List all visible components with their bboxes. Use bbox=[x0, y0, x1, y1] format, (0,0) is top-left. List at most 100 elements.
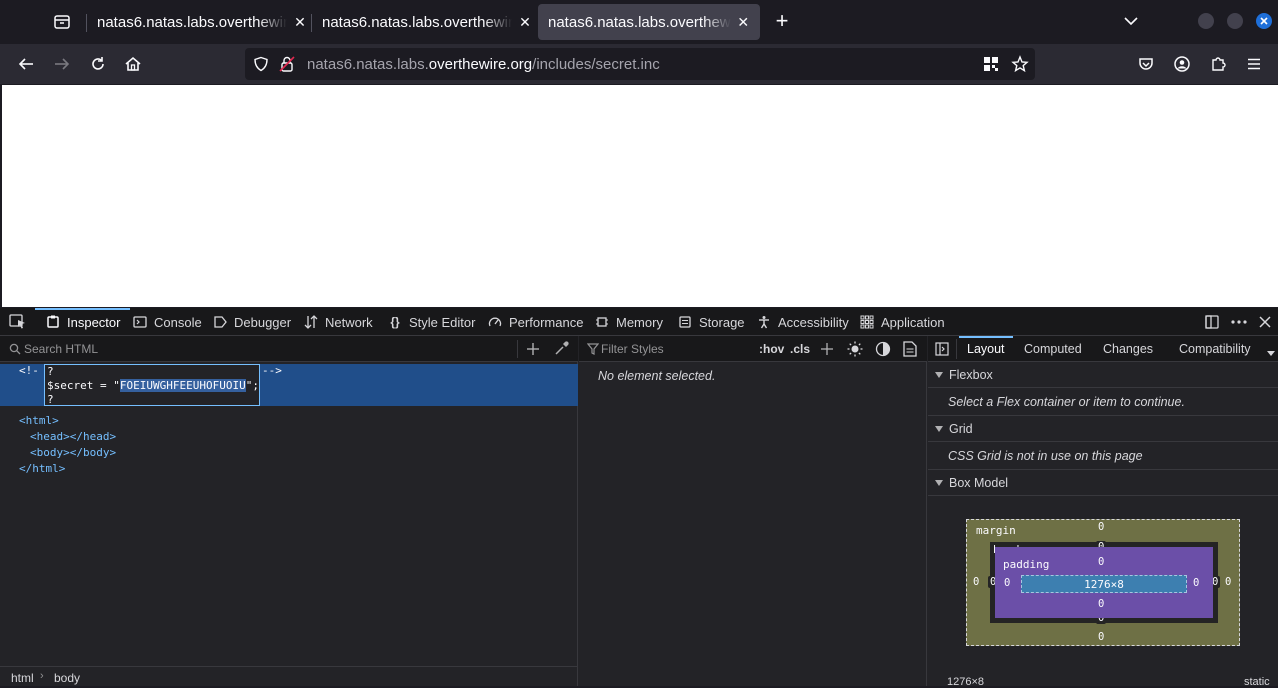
insecure-lock-icon[interactable] bbox=[279, 55, 295, 73]
markup-search-bar[interactable]: Search HTML bbox=[0, 336, 578, 362]
expand-triangle-icon bbox=[935, 371, 943, 378]
margin-right-value[interactable]: 0 bbox=[1225, 576, 1231, 588]
app-menu-button[interactable] bbox=[1241, 51, 1267, 77]
close-window-button[interactable] bbox=[1256, 13, 1272, 29]
html-close-tag[interactable]: </html> bbox=[19, 462, 65, 475]
tab-debugger[interactable]: Debugger bbox=[212, 308, 291, 336]
box-model-margin[interactable]: margin 0 0 0 0 border 0 0 0 0 padding 0 … bbox=[966, 519, 1240, 646]
reload-button[interactable] bbox=[85, 51, 111, 77]
html-open-tag[interactable]: <html> bbox=[19, 414, 59, 427]
margin-bottom-value[interactable]: 0 bbox=[1098, 631, 1104, 643]
element-picker-icon[interactable] bbox=[9, 314, 27, 330]
devtools-toolbar: Inspector Console Debugger Network {} St… bbox=[0, 308, 1278, 336]
search-html-input[interactable]: Search HTML bbox=[24, 342, 98, 356]
margin-left-value[interactable]: 0 bbox=[973, 576, 979, 588]
add-rule-icon[interactable] bbox=[820, 342, 834, 356]
toggle-sidebar-icon[interactable] bbox=[935, 342, 949, 356]
debugger-icon bbox=[212, 315, 228, 329]
firefox-view-icon[interactable] bbox=[52, 12, 72, 32]
comment-edit-box[interactable]: ? $secret = "FOEIUWGHFEEUHOFUOIU"; ? bbox=[44, 364, 260, 406]
tab-accessibility[interactable]: Accessibility bbox=[756, 308, 849, 336]
close-devtools-icon[interactable] bbox=[1258, 315, 1272, 329]
padding-top-value[interactable]: 0 bbox=[1098, 556, 1104, 568]
minimize-button[interactable] bbox=[1198, 13, 1214, 29]
filter-styles-input[interactable]: Filter Styles bbox=[601, 342, 664, 356]
position-readout: static bbox=[1244, 676, 1270, 688]
box-model-padding[interactable]: padding 0 0 0 0 1276×8 bbox=[995, 547, 1213, 618]
print-media-icon[interactable] bbox=[903, 341, 917, 357]
tracking-protection-shield-icon[interactable] bbox=[253, 56, 269, 72]
browser-tab-3-active[interactable]: natas6.natas.labs.overthewire.org ✕ bbox=[538, 4, 760, 40]
tab-layout[interactable]: Layout bbox=[959, 336, 1012, 362]
hamburger-menu-icon bbox=[1248, 58, 1260, 70]
home-button[interactable] bbox=[120, 51, 146, 77]
tab-computed[interactable]: Computed bbox=[1024, 336, 1082, 362]
box-model-content-size[interactable]: 1276×8 bbox=[1021, 575, 1187, 593]
url-text[interactable]: natas6.natas.labs.overthewire.org/includ… bbox=[307, 56, 660, 73]
tab-performance[interactable]: Performance bbox=[487, 308, 583, 336]
maximize-button[interactable] bbox=[1227, 13, 1243, 29]
divider bbox=[956, 339, 957, 359]
browser-tab-1[interactable]: natas6.natas.labs.overthewire.org ✕ bbox=[87, 4, 317, 40]
qr-code-icon[interactable] bbox=[983, 56, 999, 72]
tab-label: Network bbox=[325, 314, 373, 330]
tabs-overflow-dropdown-icon[interactable] bbox=[1266, 346, 1276, 356]
padding-bottom-value[interactable]: 0 bbox=[1098, 598, 1104, 610]
tab-close-icon[interactable]: ✕ bbox=[293, 14, 307, 31]
url-bar[interactable]: natas6.natas.labs.overthewire.org/includ… bbox=[245, 48, 1035, 80]
pocket-button[interactable] bbox=[1133, 51, 1159, 77]
light-mode-sun-icon[interactable] bbox=[847, 341, 863, 357]
cls-toggle[interactable]: .cls bbox=[790, 342, 810, 356]
tab-storage[interactable]: Storage bbox=[677, 308, 745, 336]
padding-right-value[interactable]: 0 bbox=[1193, 577, 1199, 589]
tab-label: Accessibility bbox=[778, 314, 849, 330]
hov-toggle[interactable]: :hov bbox=[759, 342, 784, 356]
head-node[interactable]: <head></head> bbox=[30, 430, 116, 443]
code-line: ? bbox=[47, 393, 54, 406]
flexbox-message: Select a Flex container or item to conti… bbox=[928, 388, 1278, 416]
flexbox-section-header[interactable]: Flexbox bbox=[928, 362, 1278, 388]
tab-memory[interactable]: Memory bbox=[594, 308, 663, 336]
tab-title: natas6.natas.labs.overthewire.org bbox=[97, 13, 287, 31]
account-button[interactable] bbox=[1169, 51, 1195, 77]
list-all-tabs-icon[interactable] bbox=[1122, 12, 1140, 30]
tab-compatibility[interactable]: Compatibility bbox=[1179, 336, 1251, 362]
more-options-icon[interactable] bbox=[1230, 314, 1248, 330]
url-path: /includes/secret.inc bbox=[532, 56, 660, 73]
tab-label: Inspector bbox=[67, 314, 121, 330]
body-node[interactable]: <body></body> bbox=[30, 446, 116, 459]
extensions-button[interactable] bbox=[1205, 51, 1231, 77]
padding-left-value[interactable]: 0 bbox=[1004, 577, 1010, 589]
back-button[interactable] bbox=[13, 51, 39, 77]
breadcrumb-html[interactable]: html bbox=[11, 671, 34, 685]
breadcrumb-body[interactable]: body bbox=[54, 671, 80, 685]
bookmark-star-icon[interactable] bbox=[1011, 55, 1029, 73]
new-tab-button[interactable]: + bbox=[772, 9, 792, 33]
inspector-icon bbox=[45, 315, 61, 329]
tab-close-icon[interactable]: ✕ bbox=[737, 14, 750, 31]
tab-console[interactable]: Console bbox=[132, 308, 202, 336]
section-title: Box Model bbox=[949, 475, 1009, 490]
box-model-section-header[interactable]: Box Model bbox=[928, 470, 1278, 496]
add-node-icon[interactable] bbox=[526, 342, 540, 356]
tab-changes[interactable]: Changes bbox=[1103, 336, 1153, 362]
tab-style-editor[interactable]: {} Style Editor bbox=[387, 308, 475, 336]
home-icon bbox=[125, 56, 141, 71]
margin-top-value[interactable]: 0 bbox=[1098, 521, 1104, 533]
forward-button[interactable] bbox=[49, 51, 75, 77]
grid-section-header[interactable]: Grid bbox=[928, 416, 1278, 442]
tab-application[interactable]: Application bbox=[859, 308, 945, 336]
tab-close-icon[interactable]: ✕ bbox=[518, 14, 532, 31]
secret-value[interactable]: FOEIUWGHFEEUHOFUOIU bbox=[119, 379, 246, 392]
tab-network[interactable]: Network bbox=[303, 308, 373, 336]
element-size-readout: 1276×8 bbox=[947, 676, 985, 688]
selected-comment-node[interactable]: <!- ? $secret = "FOEIUWGHFEEUHOFUOIU"; ?… bbox=[0, 364, 578, 406]
dock-side-icon[interactable] bbox=[1204, 314, 1220, 330]
no-element-selected-message: No element selected. bbox=[598, 369, 716, 383]
dark-mode-contrast-icon[interactable] bbox=[875, 341, 891, 357]
eyedropper-icon[interactable] bbox=[554, 341, 569, 356]
browser-tab-2[interactable]: natas6.natas.labs.overthewire.org ✕ bbox=[312, 4, 542, 40]
box-model-border[interactable]: border 0 0 0 0 padding 0 0 0 0 1276×8 bbox=[988, 541, 1221, 624]
tab-inspector[interactable]: Inspector bbox=[35, 308, 131, 336]
grid-message: CSS Grid is not in use on this page bbox=[928, 442, 1278, 470]
